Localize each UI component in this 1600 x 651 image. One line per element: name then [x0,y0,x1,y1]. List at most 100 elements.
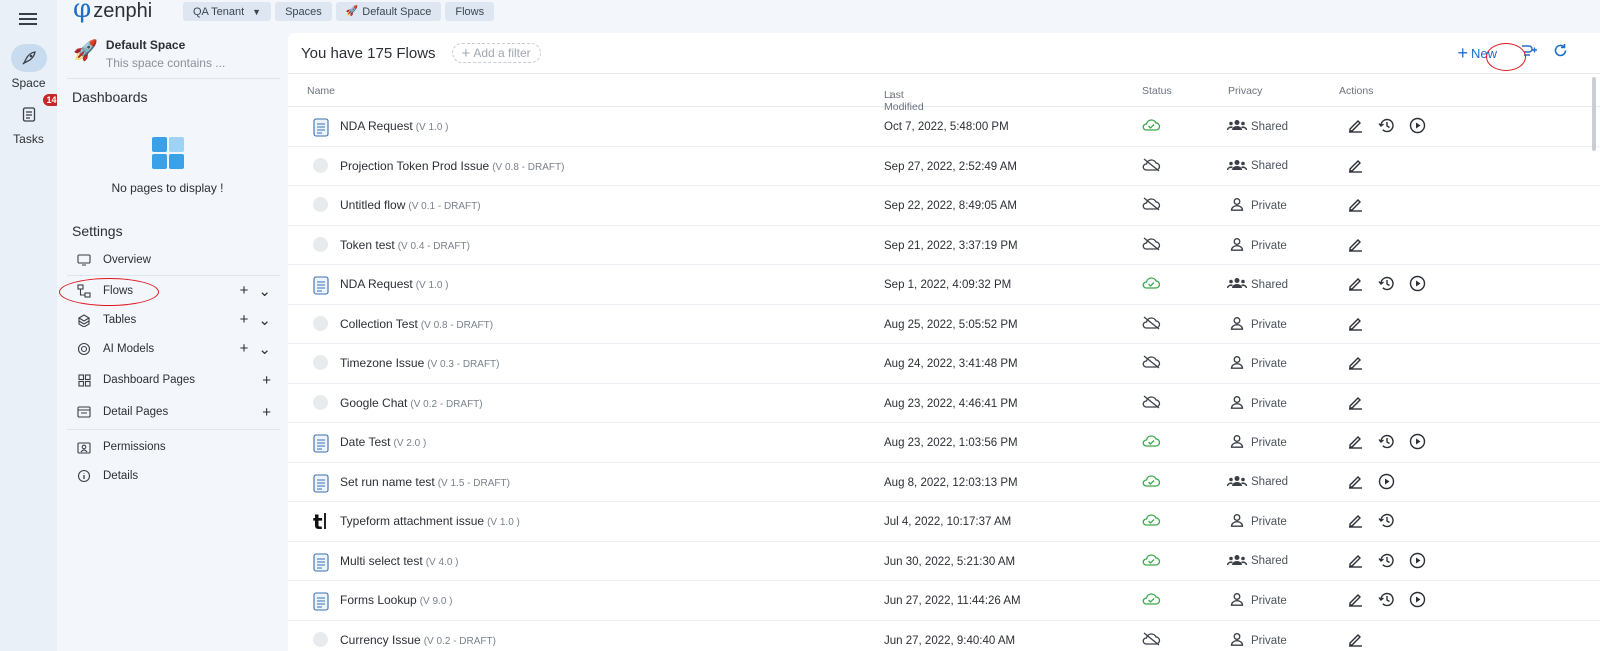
flow-name[interactable]: Collection Test (V 0.8 - DRAFT) [340,317,493,331]
edit-icon[interactable] [1347,433,1364,453]
history-icon[interactable] [1378,433,1395,453]
settings-item-permissions[interactable]: Permissions [75,435,271,459]
run-icon[interactable] [1409,552,1426,572]
settings-item-detail-pages[interactable]: Detail Pages + [75,400,271,424]
cloud-done-icon [1141,434,1161,451]
flow-name[interactable]: Projection Token Prod Issue (V 0.8 - DRAF… [340,159,564,173]
flow-name-text: Projection Token Prod Issue [340,158,490,173]
breadcrumb-space[interactable]: 🚀 Default Space [335,2,442,21]
flow-version: (V 0.8 - DRAFT) [420,319,494,331]
chevron-down-icon[interactable]: ⌄ [258,311,271,329]
table-row[interactable]: Timezone Issue (V 0.3 - DRAFT) Aug 24, 202… [288,344,1600,384]
edit-icon[interactable] [1347,473,1364,493]
edit-icon[interactable] [1347,512,1364,532]
table-row[interactable]: Forms Lookup (V 9.0 ) Jun 27, 2022, 11:44:… [288,581,1600,621]
flow-name[interactable]: Token test (V 0.4 - DRAFT) [340,238,470,252]
table-row[interactable]: Currency Issue (V 0.2 - DRAFT) Jun 27, 202… [288,621,1600,651]
settings-item-overview[interactable]: Overview [75,248,271,272]
rail-item-tasks[interactable]: 14 Tasks [0,94,61,146]
flow-privacy: Shared [1226,277,1288,292]
settings-item-details[interactable]: Details [75,464,271,488]
add-filter-button[interactable]: + Add a filter [451,43,541,63]
run-icon[interactable] [1409,433,1426,453]
history-icon[interactable] [1378,591,1395,611]
run-icon[interactable] [1409,275,1426,295]
table-row[interactable]: NDA Request (V 1.0 ) Sep 1, 2022, 4:09:32 … [288,265,1600,305]
table-row[interactable]: Projection Token Prod Issue (V 0.8 - DRAF… [288,147,1600,186]
table-row[interactable]: Multi select test (V 4.0 ) Jun 30, 2022, 5… [288,542,1600,581]
flow-privacy: Shared [1226,475,1288,490]
history-icon[interactable] [1378,512,1395,532]
refresh-icon[interactable] [1553,43,1568,63]
breadcrumb-flows[interactable]: Flows [445,2,495,21]
table-row[interactable]: Date Test (V 2.0 ) Aug 23, 2022, 1:03:56 P… [288,423,1600,463]
flow-actions [1347,394,1364,413]
flow-name[interactable]: NDA Request (V 1.0 ) [340,119,449,133]
edit-icon[interactable] [1347,236,1364,255]
col-privacy[interactable]: Privacy [1228,85,1262,97]
table-row[interactable]: Google Chat (V 0.2 - DRAFT) Aug 23, 2022, … [288,384,1600,423]
edit-icon[interactable] [1347,157,1364,176]
col-status[interactable]: Status [1142,85,1172,97]
settings-item-dashboard-pages[interactable]: Dashboard Pages + [75,368,271,392]
history-icon[interactable] [1378,275,1395,295]
flow-name[interactable]: Multi select test (V 4.0 ) [340,554,459,568]
hamburger-menu-icon[interactable] [19,10,37,28]
run-icon[interactable] [1409,117,1426,137]
flow-name[interactable]: Currency Issue (V 0.2 - DRAFT) [340,633,496,647]
rail-item-space[interactable]: Space [0,44,57,90]
group-icon [1226,554,1248,569]
table-row[interactable]: Untitled flow (V 0.1 - DRAFT) Sep 22, 2022… [288,186,1600,226]
flow-name[interactable]: Typeform attachment issue (V 1.0 ) [340,514,520,528]
flow-version: (V 0.3 - DRAFT) [427,359,500,370]
edit-icon[interactable] [1347,591,1364,611]
flow-name[interactable]: Untitled flow (V 0.1 - DRAFT) [340,198,481,212]
flow-name-text: Date Test [340,435,391,449]
history-icon[interactable] [1378,117,1395,137]
add-flow-icon[interactable]: + [240,282,249,300]
edit-icon[interactable] [1347,354,1364,373]
space-header[interactable]: 🚀 Default Space This space contains ... [73,38,225,70]
zenphi-logo[interactable]: φ zenphi [73,0,152,22]
history-icon[interactable] [1378,552,1395,572]
run-icon[interactable] [1378,473,1395,493]
edit-icon[interactable] [1347,394,1364,413]
table-row[interactable]: Set run name test (V 1.5 - DRAFT) Aug 8, 2… [288,463,1600,502]
scrollbar[interactable] [1592,77,1596,151]
settings-item-ai-models[interactable]: AI Models + ⌄ [75,337,271,361]
edit-icon[interactable] [1347,552,1364,572]
flow-type-icon [313,197,328,215]
flow-name[interactable]: NDA Request (V 1.0 ) [340,277,449,291]
edit-icon[interactable] [1347,117,1364,137]
edit-icon[interactable] [1347,196,1364,215]
edit-icon[interactable] [1347,315,1364,334]
edit-icon[interactable] [1347,275,1364,295]
privacy-label: Shared [1251,555,1289,567]
chevron-down-icon[interactable]: ⌄ [258,340,271,358]
run-icon[interactable] [1409,591,1426,611]
table-row[interactable]: Collection Test (V 0.8 - DRAFT) Aug 25, 20… [288,305,1600,344]
add-dashboard-page-icon[interactable]: + [262,372,271,389]
table-row[interactable]: Token test (V 0.4 - DRAFT) Sep 21, 2022, 3… [288,226,1600,265]
settings-item-flows[interactable]: Flows + ⌄ [75,279,271,303]
new-flow-button[interactable]: + New [1457,44,1497,62]
breadcrumb-spaces[interactable]: Spaces [275,2,332,21]
import-flow-icon[interactable] [1519,44,1539,63]
flow-name[interactable]: Forms Lookup (V 9.0 ) [340,593,453,607]
flow-actions [1347,275,1426,295]
flow-version: (V 0.2 - DRAFT) [410,398,483,410]
add-detail-page-icon[interactable]: + [262,404,271,421]
settings-item-tables[interactable]: Tables + ⌄ [75,308,271,332]
flow-name[interactable]: Timezone Issue (V 0.3 - DRAFT) [340,356,500,370]
breadcrumb-tenant[interactable]: QA Tenant ▼ [183,2,272,21]
table-row[interactable]: t Typeform attachment issue (V 1.0 ) Jul 4,… [288,502,1600,542]
add-ai-model-icon[interactable]: + [240,340,249,358]
flow-name[interactable]: Set run name test (V 1.5 - DRAFT) [340,475,510,489]
chevron-down-icon[interactable]: ⌄ [258,282,271,300]
table-row[interactable]: NDA Request (V 1.0 ) Oct 7, 2022, 5:48:00 … [288,107,1600,147]
add-table-icon[interactable]: + [240,311,249,329]
flow-name[interactable]: Google Chat (V 0.2 - DRAFT) [340,396,483,410]
edit-icon[interactable] [1347,631,1364,650]
col-name[interactable]: Name [307,85,335,97]
flow-name[interactable]: Date Test (V 2.0 ) [340,435,426,449]
